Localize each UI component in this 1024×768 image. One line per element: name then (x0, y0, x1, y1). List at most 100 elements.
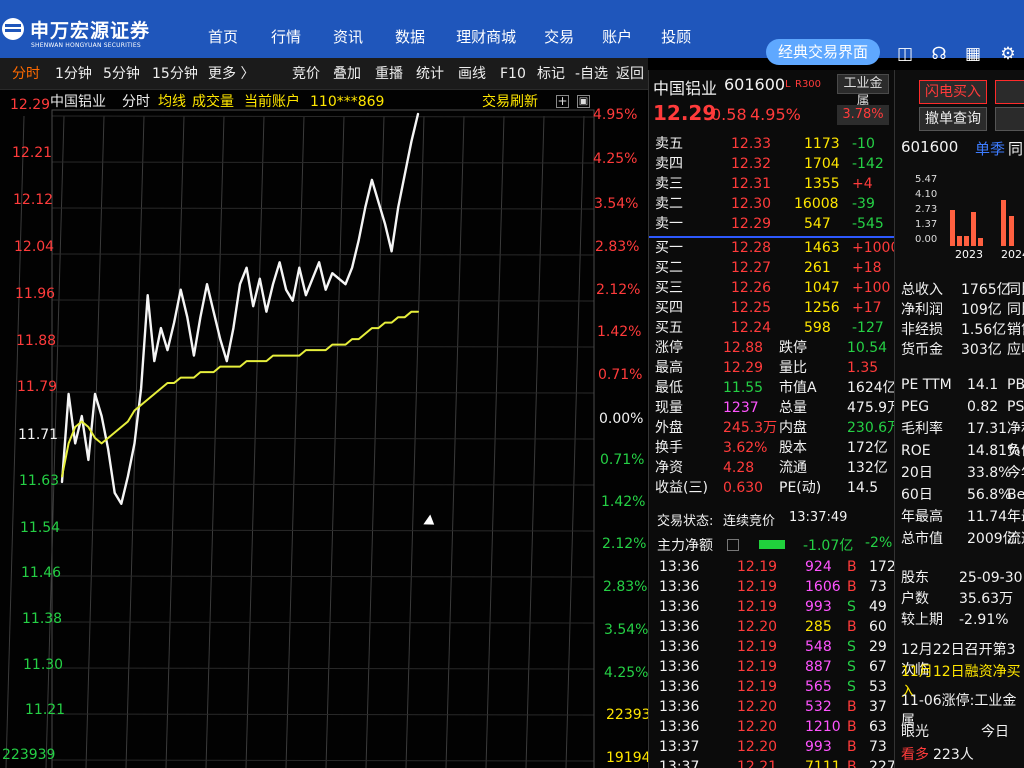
trade-price: 12.20 (737, 619, 778, 635)
left-tick: 11.21 (25, 702, 66, 718)
sector-label[interactable]: 工业金属 (837, 74, 889, 109)
buy-order-row[interactable]: 买四 12.25 1256 +17 (649, 298, 894, 318)
service-icon[interactable]: ◫ (894, 44, 916, 64)
note-line-2[interactable]: 11月12日融资净买入 (901, 662, 1024, 700)
sell-order-row[interactable]: 卖五 12.33 1173 -10 (649, 134, 894, 154)
financial-cell: 1.56亿 (961, 322, 1007, 338)
buy-order-row[interactable]: 买五 12.24 598 -127 (649, 318, 894, 338)
note-line-1[interactable]: 12月22日召开第3次临 (901, 640, 1024, 678)
quote-stat-row: 净资 4.28 流通 132亿 (649, 458, 894, 478)
main-net-checkbox[interactable] (727, 539, 739, 551)
menu-item-market[interactable]: 行情 (271, 26, 301, 47)
tool-overlay[interactable]: 叠加 (333, 58, 361, 90)
menu-item-trade[interactable]: 交易 (544, 26, 574, 47)
extra-query-button[interactable] (995, 107, 1024, 131)
trade-tick-row: 13:36 12.19 565 S 53 (649, 677, 894, 697)
tool-stats[interactable]: 统计 (416, 58, 444, 90)
holder-row: 户数 35.63万 (895, 589, 1024, 609)
quote-stat-row: 最高 12.29 量比 1.35 (649, 358, 894, 378)
tool-draw[interactable]: 画线 (458, 58, 486, 90)
trade-price: 12.19 (737, 659, 778, 675)
buy-order-row[interactable]: 买二 12.27 261 +18 (649, 258, 894, 278)
tab-15min[interactable]: 15分钟 (152, 58, 198, 90)
grid-line-horizontal (51, 299, 595, 302)
trade-count: 172 (869, 559, 896, 575)
menu-item-advisor[interactable]: 投顾 (661, 26, 691, 47)
tab-minute[interactable]: 分时 (12, 58, 40, 90)
order-delta: +18 (852, 260, 882, 276)
metric-cell: PS (1007, 399, 1024, 415)
left-tick: 12.12 (13, 192, 54, 208)
grid-line-horizontal (51, 759, 595, 762)
trade-tick-row: 13:36 12.19 1606 B 73 (649, 577, 894, 597)
trade-volume: 7111 (805, 759, 841, 768)
compare-mode[interactable]: 同 (1008, 138, 1023, 159)
order-volume: 1047 (804, 280, 840, 296)
sell-order-row[interactable]: 卖一 12.29 547 -545 (649, 214, 894, 234)
tool-auction[interactable]: 竞价 (292, 58, 320, 90)
order-price: 12.24 (731, 320, 772, 336)
right-tick: 4.95% (593, 107, 638, 123)
financial-cell: 净利润 (901, 302, 943, 318)
tool-mark[interactable]: 标记 (537, 58, 565, 90)
note-line-7[interactable]: 今日 (981, 722, 1009, 742)
trade-side: S (847, 639, 856, 655)
note-line-5[interactable]: 看多 (901, 745, 929, 765)
quarter-mode[interactable]: 单季 (975, 138, 1005, 159)
holder-cell: 较上期 (901, 612, 943, 628)
note-line-4[interactable]: 眼光 (901, 722, 929, 742)
menu-item-data[interactable]: 数据 (395, 26, 425, 47)
financial-cell: 总收入 (901, 282, 943, 298)
tab-5min[interactable]: 5分钟 (103, 58, 140, 90)
mini-financial-bar (978, 238, 983, 246)
sell-order-row[interactable]: 卖四 12.32 1704 -142 (649, 154, 894, 174)
trade-time: 13:36 (659, 559, 700, 575)
metric-cell: PE TTM (901, 377, 952, 393)
note-line-3[interactable]: 11-06涨停:工业金属 (901, 691, 1024, 729)
cancel-query-button[interactable]: 撤单查询 (919, 107, 987, 131)
sell-order-row[interactable]: 卖三 12.31 1355 +4 (649, 174, 894, 194)
intraday-chart-panel[interactable]: 中国铝业 分时 均线 成交量 当前账户 110***869 交易刷新 + ▣ 1… (0, 90, 659, 768)
settings-icon[interactable]: ⚙ (997, 44, 1019, 64)
tool-replay[interactable]: 重播 (375, 58, 403, 90)
tool-watchlist[interactable]: -自选 (575, 58, 608, 90)
grid-line-horizontal (51, 253, 595, 256)
grid-line-vertical (445, 115, 465, 768)
grid-icon[interactable]: ▦ (962, 44, 984, 64)
buy-order-row[interactable]: 买三 12.26 1047 +100 (649, 278, 894, 298)
stock-code: 601600 (724, 75, 786, 94)
left-tick: 11.38 (22, 611, 63, 627)
flash-buy-button[interactable]: 闪电买入 (919, 80, 987, 104)
menu-item-account[interactable]: 账户 (602, 26, 632, 47)
mini-financial-bar (964, 236, 969, 246)
menu-item-wealth-mall[interactable]: 理财商城 (456, 26, 516, 47)
metric-cell: 14.1 (967, 377, 999, 393)
grid-line-vertical (485, 115, 505, 768)
trade-count: 37 (869, 699, 887, 715)
mini-chart-tick: 5.47 (915, 174, 937, 185)
classic-trade-button[interactable]: 经典交易界面 (766, 39, 880, 65)
tab-more[interactable]: 更多 〉 (208, 58, 254, 90)
grid-line-vertical (565, 115, 585, 768)
metric-cell: 20日 (901, 465, 933, 481)
buy-level-label: 买三 (655, 280, 683, 296)
quote-stat-value: 0.630 (723, 480, 764, 496)
buy-order-row[interactable]: 买一 12.28 1463 +1000 (649, 238, 899, 258)
sell-level-label: 卖一 (655, 216, 683, 232)
tab-1min[interactable]: 1分钟 (55, 58, 92, 90)
menu-item-news[interactable]: 资讯 (333, 26, 363, 47)
tool-back[interactable]: 返回 (616, 58, 644, 90)
grid-line-horizontal (51, 115, 595, 118)
extra-action-button[interactable] (995, 80, 1024, 104)
note-line-6[interactable]: 223人 (933, 745, 974, 765)
grid-line-horizontal (51, 161, 595, 164)
grid-line-horizontal (51, 207, 595, 210)
metric-cell: 毛利率 (901, 421, 943, 437)
menu-item-home[interactable]: 首页 (208, 26, 238, 47)
trade-price: 12.19 (737, 559, 778, 575)
quote-stat-row: 涨停 12.88 跌停 10.54 (649, 338, 894, 358)
headset-icon[interactable]: ☊ (928, 44, 950, 64)
sell-order-row[interactable]: 卖二 12.30 16008 -39 (649, 194, 894, 214)
tool-f10[interactable]: F10 (500, 58, 526, 90)
mini-financial-bar (1001, 200, 1006, 246)
